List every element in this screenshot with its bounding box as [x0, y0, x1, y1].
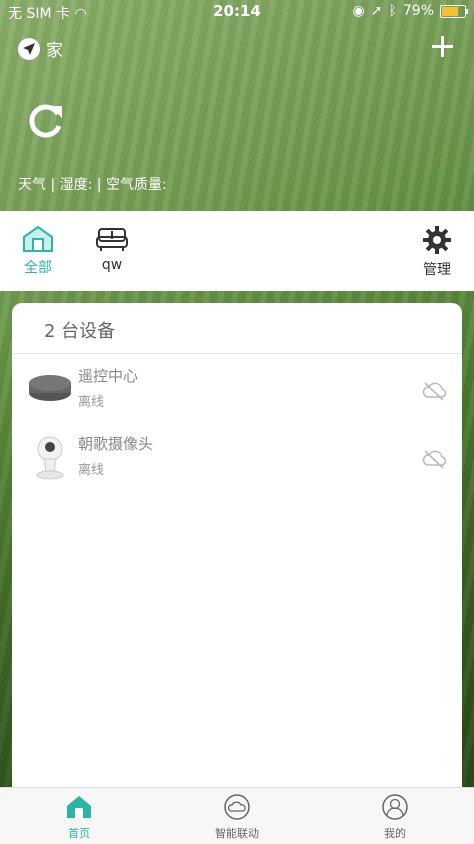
status-right: ◉ ➚ ᛒ 79% [352, 3, 468, 19]
home-selector[interactable]: 家 [18, 36, 63, 61]
cloud-offline-icon [422, 382, 446, 401]
refresh-icon[interactable] [26, 100, 66, 140]
device-count: 2 台设备 [44, 321, 116, 342]
cloud-offline-icon [422, 450, 446, 469]
cloud-link-icon [224, 794, 250, 820]
tab-room-all[interactable]: 全部 [20, 225, 56, 277]
bottom-nav: 首页 智能联动 我的 [0, 787, 474, 844]
nav-profile[interactable]: 我的 [355, 794, 435, 841]
camera-icon [36, 436, 64, 480]
device-status: 离线 [78, 395, 105, 410]
weather-info: 天气 | 湿度: | 空气质量: [18, 177, 167, 193]
tab-room-qw[interactable]: qw [94, 225, 130, 273]
room-label: qw [101, 257, 123, 273]
nav-home[interactable]: 首页 [39, 794, 119, 841]
nav-smart-linkage[interactable]: 智能联动 [197, 794, 277, 841]
device-row[interactable]: 朝歌摄像头 离线 [12, 433, 462, 489]
nav-label: 智能联动 [215, 827, 259, 840]
device-panel: 2 台设备 遥控中心 离线 朝歌摄像头 离线 [12, 303, 462, 803]
profile-icon [382, 794, 408, 820]
remote-hub-icon [29, 375, 71, 401]
battery-icon [440, 4, 468, 18]
gear-icon [423, 226, 451, 254]
manage-label: 管理 [423, 262, 451, 278]
home-name: 家 [46, 41, 63, 61]
bluetooth-icon: ᛒ [388, 3, 397, 19]
divider [12, 353, 462, 354]
add-device-button[interactable] [430, 34, 454, 58]
manage-button[interactable]: 管理 [422, 225, 452, 279]
device-row[interactable]: 遥控中心 离线 [12, 365, 462, 421]
location-icon: ➚ [370, 3, 383, 19]
status-bar: 无 SIM 卡 ◠ 20:14 ◉ ➚ ᛒ 79% [0, 0, 474, 24]
home-icon [23, 225, 53, 252]
nav-label: 首页 [68, 827, 90, 840]
room-tabbar: 全部 qw 管理 [0, 211, 474, 291]
nav-label: 我的 [384, 827, 406, 840]
navigation-icon [18, 37, 40, 60]
battery-percent: 79% [402, 3, 434, 19]
device-status: 离线 [78, 463, 105, 478]
sofa-icon [96, 228, 128, 251]
device-name: 朝歌摄像头 [78, 435, 154, 453]
rotation-lock-icon: ◉ [352, 3, 365, 19]
device-name: 遥控中心 [78, 367, 139, 385]
room-label: 全部 [24, 260, 52, 276]
home-icon [67, 796, 91, 818]
